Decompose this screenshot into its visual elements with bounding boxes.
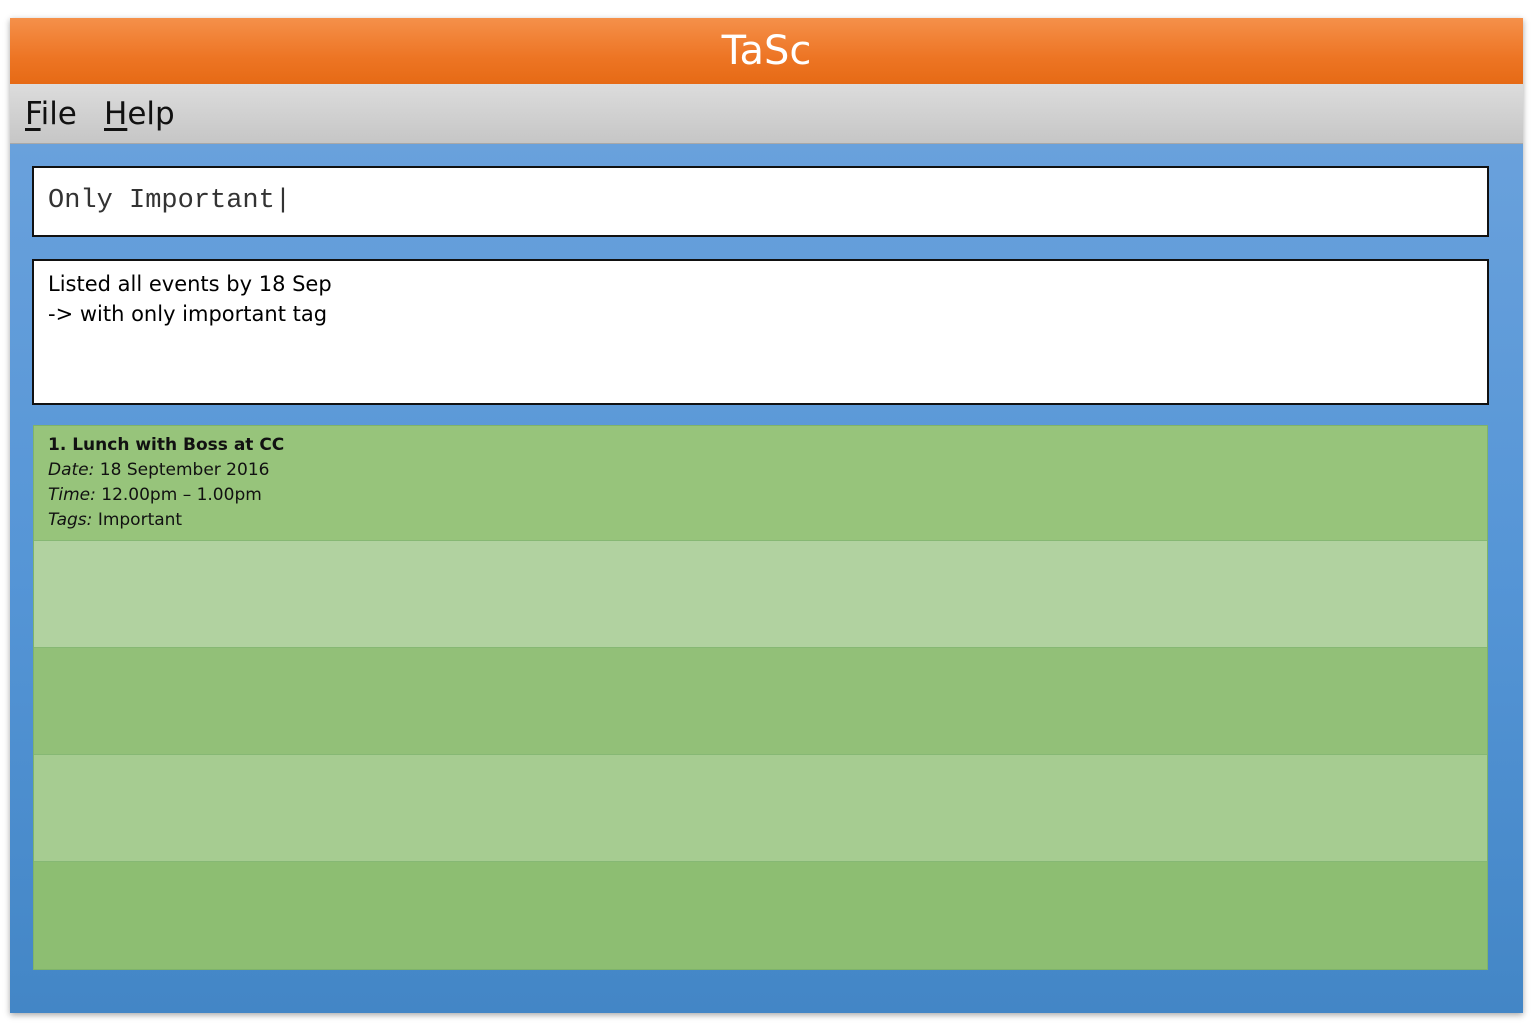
task-tags-value: Important	[97, 510, 183, 530]
task-title: 1. Lunch with Boss at CC	[48, 435, 285, 455]
window-title: TaSc	[721, 28, 812, 74]
empty-task-row	[34, 862, 1487, 969]
menu-help-label: elp	[127, 96, 175, 132]
command-input-value: Only Important|	[48, 186, 292, 216]
result-line: Listed all events by 18 Sep	[48, 272, 332, 296]
task-time: Time: 12.00pm – 1.00pm	[48, 483, 1473, 508]
task-card[interactable]: 1. Lunch with Boss at CC Date: 18 Septem…	[34, 426, 1487, 541]
task-tags: Tags: Important	[48, 508, 1473, 533]
task-list[interactable]: 1. Lunch with Boss at CC Date: 18 Septem…	[33, 425, 1488, 970]
menu-help-mnemonic: H	[104, 96, 128, 132]
task-date-label: Date:	[48, 460, 95, 480]
command-input[interactable]: Only Important|	[32, 166, 1489, 237]
empty-task-row	[34, 541, 1487, 648]
menu-file-label: ile	[40, 96, 77, 132]
menu-file[interactable]: File	[25, 84, 77, 144]
menu-bar: File Help	[10, 84, 1523, 144]
empty-task-row	[34, 648, 1487, 755]
app-window: TaSc File Help Only Important| Listed al…	[10, 18, 1523, 1013]
task-tags-label: Tags:	[48, 510, 93, 530]
result-line: -> with only important tag	[48, 302, 328, 326]
task-date: Date: 18 September 2016	[48, 458, 1473, 483]
empty-task-row	[34, 755, 1487, 862]
title-bar: TaSc	[10, 18, 1523, 84]
task-date-value: 18 September 2016	[99, 460, 270, 480]
task-time-value: 12.00pm – 1.00pm	[101, 485, 262, 505]
menu-help[interactable]: Help	[104, 84, 175, 144]
menu-file-mnemonic: F	[25, 96, 41, 132]
main-content: Only Important| Listed all events by 18 …	[10, 144, 1523, 1013]
result-display: Listed all events by 18 Sep -> with only…	[32, 259, 1489, 405]
task-time-label: Time:	[48, 485, 96, 505]
